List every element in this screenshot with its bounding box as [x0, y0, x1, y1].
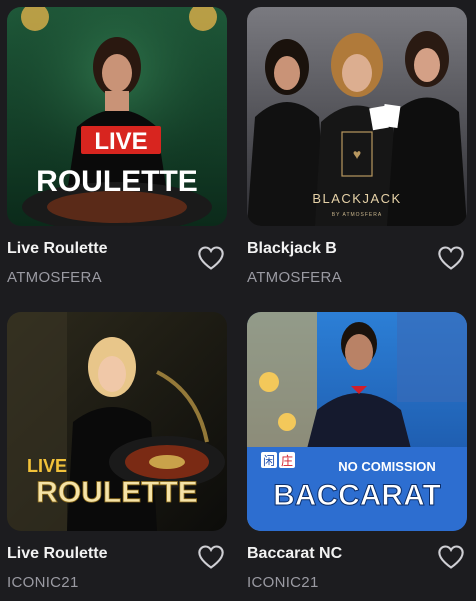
art-headline-text: ROULETTE: [36, 165, 198, 198]
game-card[interactable]: LIVE ROULETTE Live Roulette ATMOSFERA: [7, 7, 227, 297]
game-card[interactable]: LIVE ROULETTE Live Roulette ICONIC21: [7, 312, 227, 601]
blackjack-art: ♥ BLACKJACK BY ATMOSFERA: [247, 7, 467, 226]
svg-text:♥: ♥: [353, 146, 361, 162]
game-thumbnail[interactable]: LIVE ROULETTE: [7, 312, 227, 531]
heart-outline-icon[interactable]: [197, 245, 225, 271]
game-thumbnail[interactable]: ♥ BLACKJACK BY ATMOSFERA: [247, 7, 467, 226]
art-badge-text: LIVE: [94, 128, 147, 155]
game-provider[interactable]: ICONIC21: [247, 574, 319, 591]
heart-outline-icon[interactable]: [437, 544, 465, 570]
art-badge-text: LIVE: [27, 456, 67, 476]
game-thumbnail[interactable]: 闲 庄 NO COMISSION BACCARAT: [247, 312, 467, 531]
game-title[interactable]: Baccarat NC: [247, 545, 342, 563]
art-tag-text: NO COMISSION: [338, 459, 436, 474]
heart-outline-icon[interactable]: [437, 245, 465, 271]
game-card[interactable]: 闲 庄 NO COMISSION BACCARAT Baccarat NC IC…: [247, 312, 467, 601]
art-headline-text: ROULETTE: [36, 476, 198, 509]
live-roulette-art: LIVE ROULETTE: [7, 312, 227, 531]
heart-outline-icon[interactable]: [197, 544, 225, 570]
art-chip-right: 庄: [281, 453, 293, 468]
game-title[interactable]: Live Roulette: [7, 545, 107, 563]
art-chip-left: 闲: [263, 454, 275, 468]
game-title[interactable]: Blackjack B: [247, 240, 337, 258]
game-card[interactable]: ♥ BLACKJACK BY ATMOSFERA Blackjack B ATM…: [247, 7, 467, 297]
game-provider[interactable]: ATMOSFERA: [7, 269, 102, 286]
art-headline-text: BACCARAT: [273, 479, 441, 512]
game-title[interactable]: Live Roulette: [7, 240, 107, 258]
game-provider[interactable]: ATMOSFERA: [247, 269, 342, 286]
game-thumbnail[interactable]: LIVE ROULETTE: [7, 7, 227, 226]
art-subline-text: BY ATMOSFERA: [332, 212, 382, 218]
live-roulette-art: LIVE ROULETTE: [7, 7, 227, 226]
art-headline-text: BLACKJACK: [312, 191, 401, 206]
baccarat-art: 闲 庄 NO COMISSION BACCARAT: [247, 312, 467, 531]
game-provider[interactable]: ICONIC21: [7, 574, 79, 591]
